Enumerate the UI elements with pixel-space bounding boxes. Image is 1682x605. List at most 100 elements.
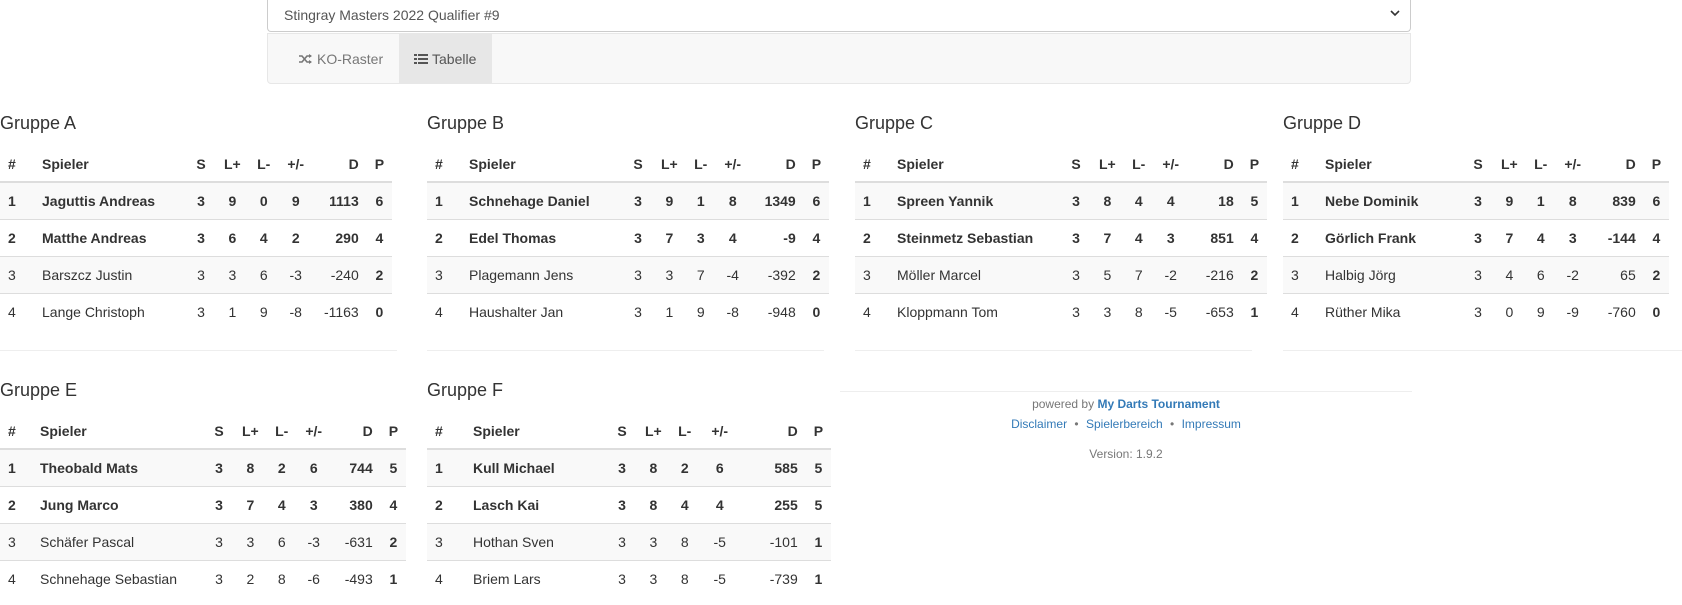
table-row: 3 Barszcz Justin 3 3 6 -3 -240 2 <box>0 255 393 293</box>
brand-link[interactable]: My Darts Tournament <box>1097 397 1219 411</box>
table-cell: -101 <box>739 522 806 560</box>
tournament-select-value: Stingray Masters 2022 Qualifier #9 <box>284 7 500 23</box>
table-cell: 7 <box>653 218 686 256</box>
player-name: Jung Marco <box>32 485 204 523</box>
column-header: +/- <box>296 413 331 450</box>
column-header: P <box>366 146 393 183</box>
table-cell: -392 <box>749 255 804 293</box>
table-cell: 3 <box>216 255 249 293</box>
table-cell: 4 <box>0 559 32 597</box>
tournament-select[interactable]: Stingray Masters 2022 Qualifier #9 <box>267 0 1411 32</box>
table-cell: 1 <box>427 182 461 219</box>
table-cell: 0 <box>1493 292 1526 330</box>
table-cell: 3 <box>1463 292 1493 330</box>
table-cell: 8 <box>637 485 670 523</box>
table-cell: -1163 <box>312 292 367 330</box>
column-header: # <box>0 146 34 183</box>
chevron-down-icon <box>1390 10 1400 17</box>
column-header: S <box>1061 146 1091 183</box>
table-cell: 1 <box>0 449 32 486</box>
table-cell: -3 <box>296 522 331 560</box>
column-header: P <box>380 413 407 450</box>
table-cell: 6 <box>1525 255 1556 293</box>
table-cell: 4 <box>1643 218 1670 256</box>
table-cell: 0 <box>248 182 279 219</box>
table-cell: 4 <box>266 485 297 523</box>
table-cell: 851 <box>1187 218 1242 256</box>
table-cell: 3 <box>0 255 34 293</box>
table-cell: 3 <box>1283 255 1317 293</box>
player-name: Spreen Yannik <box>889 182 1061 219</box>
table-row: 2 Jung Marco 3 7 4 3 380 4 <box>0 485 407 523</box>
standings-table: # Spieler S L+ L- +/- D P 1 Nebe Dominik 3 9 1 8 839 6 2… <box>1283 146 1670 330</box>
disclaimer-link[interactable]: Disclaimer <box>1011 417 1067 431</box>
table-cell: 0 <box>366 292 393 330</box>
table-cell: 1 <box>1241 292 1268 330</box>
table-cell: 18 <box>1187 182 1242 219</box>
table-row: 1 Schnehage Daniel 3 9 1 8 1349 6 <box>427 182 830 219</box>
table-cell: 3 <box>1463 255 1493 293</box>
shuffle-icon <box>299 54 312 64</box>
table-cell: 2 <box>266 449 297 486</box>
table-cell: 1349 <box>749 182 804 219</box>
table-cell: 9 <box>216 182 249 219</box>
player-name: Plagemann Jens <box>461 255 623 293</box>
table-cell: 0 <box>1643 292 1670 330</box>
column-header: P <box>1643 146 1670 183</box>
column-header: L+ <box>234 413 267 450</box>
column-header: # <box>427 146 461 183</box>
tab-tabelle[interactable]: Tabelle <box>399 34 492 84</box>
player-name: Jaguttis Andreas <box>34 182 186 219</box>
table-cell: 3 <box>1555 218 1590 256</box>
table-cell: 3 <box>186 182 216 219</box>
column-header: D <box>739 413 806 450</box>
table-cell: 9 <box>685 292 716 330</box>
table-cell: 4 <box>1123 182 1154 219</box>
impressum-link[interactable]: Impressum <box>1182 417 1241 431</box>
group-d: Gruppe D # Spieler S L+ L- +/- D P 1 Nebe Dominik 3… <box>1283 110 1670 330</box>
tab-ko-raster[interactable]: KO-Raster <box>268 34 399 84</box>
table-cell: 2 <box>0 485 32 523</box>
table-cell: 3 <box>855 255 889 293</box>
table-cell: 3 <box>1091 292 1124 330</box>
player-name: Matthe Andreas <box>34 218 186 256</box>
table-cell: 6 <box>1643 182 1670 219</box>
column-header: Spieler <box>889 146 1061 183</box>
table-cell: 3 <box>234 522 267 560</box>
column-header: +/- <box>1555 146 1590 183</box>
table-row: 1 Kull Michael 3 8 2 6 585 5 <box>427 449 832 486</box>
table-cell: 3 <box>607 449 637 486</box>
column-header: # <box>1283 146 1317 183</box>
table-cell: 4 <box>248 218 279 256</box>
table-cell: 4 <box>0 292 34 330</box>
group-e: Gruppe E # Spieler S L+ L- +/- D P 1 Theobald Mats… <box>0 377 407 597</box>
spielerbereich-link[interactable]: Spielerbereich <box>1086 417 1163 431</box>
group-title: Gruppe D <box>1283 113 1362 133</box>
column-header: # <box>0 413 32 450</box>
table-cell: 9 <box>1493 182 1526 219</box>
player-name: Schnehage Daniel <box>461 182 623 219</box>
player-name: Schnehage Sebastian <box>32 559 204 597</box>
table-cell: 3 <box>1463 182 1493 219</box>
group-c: Gruppe C # Spieler S L+ L- +/- D P 1 Spreen Yannik… <box>855 110 1268 330</box>
standings-table: # Spieler S L+ L- +/- D P 1 Kull Michael 3 8 2 6 585 5 2… <box>427 413 832 597</box>
table-cell: 3 <box>1061 182 1091 219</box>
table-cell: 1 <box>805 522 832 560</box>
table-row: 4 Haushalter Jan 3 1 9 -8 -948 0 <box>427 292 830 330</box>
column-header: S <box>1463 146 1493 183</box>
table-cell: 3 <box>204 485 234 523</box>
table-cell: 3 <box>623 182 653 219</box>
table-cell: 8 <box>669 559 700 597</box>
table-cell: 7 <box>685 255 716 293</box>
table-cell: -493 <box>330 559 381 597</box>
standings-table: # Spieler S L+ L- +/- D P 1 Schnehage Daniel 3 9 1 8 1… <box>427 146 830 330</box>
column-header: P <box>803 146 830 183</box>
table-cell: 1 <box>1283 182 1317 219</box>
group-title: Gruppe F <box>427 380 504 400</box>
table-cell: 6 <box>803 182 830 219</box>
table-cell: -216 <box>1187 255 1242 293</box>
column-header: +/- <box>699 413 740 450</box>
table-cell: 3 <box>623 292 653 330</box>
table-cell: 8 <box>234 449 267 486</box>
player-name: Theobald Mats <box>32 449 204 486</box>
